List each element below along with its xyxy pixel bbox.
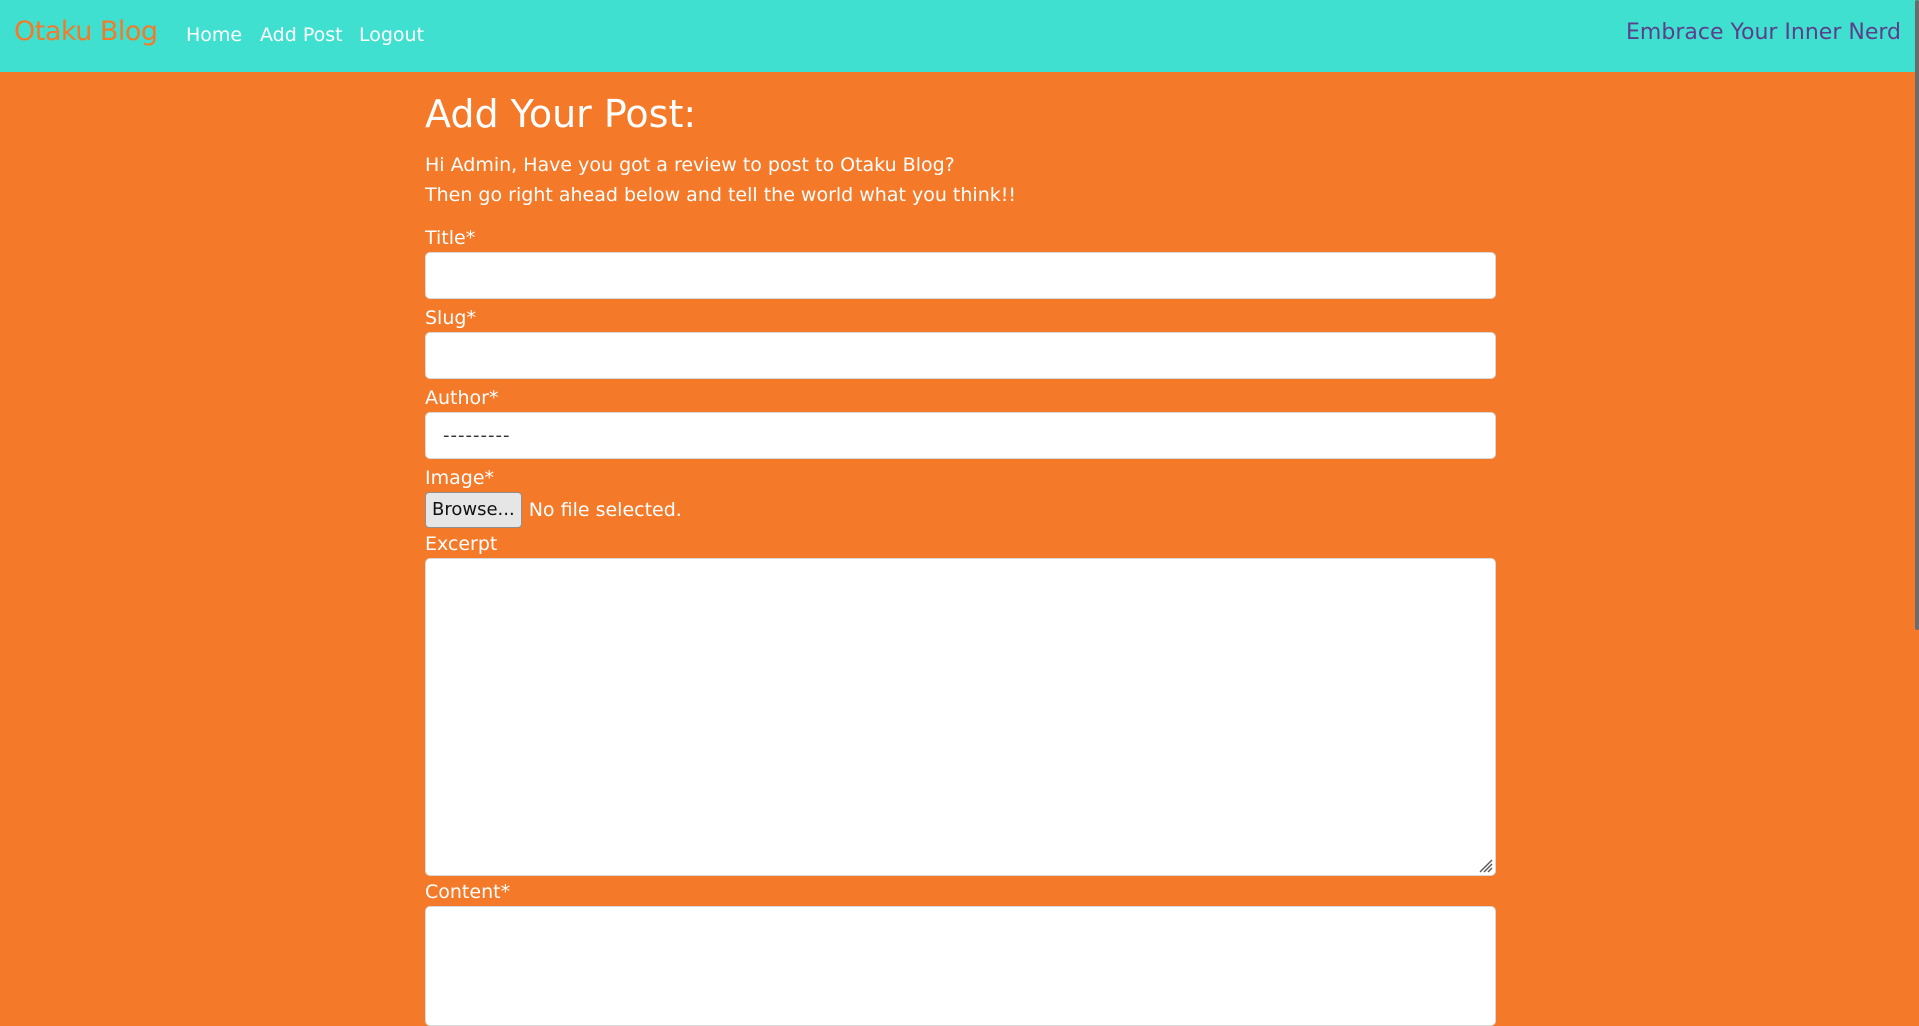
page-title: Add Your Post: — [425, 92, 697, 136]
nav-logout-link[interactable]: Logout — [359, 24, 424, 46]
excerpt-textarea[interactable] — [425, 557, 1496, 876]
intro-line-2: Then go right ahead below and tell the w… — [425, 183, 1016, 206]
nav-add-post-link[interactable]: Add Post — [260, 24, 343, 46]
content-label: Content* — [425, 880, 511, 903]
add-post-form: Title* Slug* Author* --------- Image* Br… — [425, 226, 1496, 1026]
slug-input[interactable] — [425, 331, 1496, 379]
resize-grip-icon[interactable] — [1477, 857, 1493, 873]
file-status-text: No file selected. — [528, 498, 682, 521]
brand-logo[interactable]: Otaku Blog — [14, 16, 158, 47]
title-label: Title* — [425, 226, 476, 249]
intro-line-1: Hi Admin, Have you got a review to post … — [425, 153, 955, 176]
content-editor[interactable] — [425, 905, 1496, 1026]
author-select[interactable]: --------- — [425, 411, 1496, 459]
add-post-section: Add Your Post: Hi Admin, Have you got a … — [425, 72, 1496, 1026]
slug-label: Slug* — [425, 306, 476, 329]
intro-text: Hi Admin, Have you got a review to post … — [425, 150, 1495, 210]
top-navbar: Otaku Blog Home Add Post Logout Embrace … — [0, 0, 1919, 72]
author-label: Author* — [425, 386, 499, 409]
image-file-input: Browse... No file selected. — [425, 491, 1495, 528]
excerpt-label: Excerpt — [425, 532, 498, 555]
browse-button[interactable]: Browse... — [425, 491, 522, 528]
title-input[interactable] — [425, 251, 1496, 299]
site-tagline: Embrace Your Inner Nerd — [1626, 20, 1901, 45]
image-label: Image* — [425, 466, 495, 489]
author-selected-value: --------- — [443, 424, 511, 446]
nav-home-link[interactable]: Home — [186, 24, 242, 46]
page-scrollbar[interactable] — [1915, 0, 1919, 630]
